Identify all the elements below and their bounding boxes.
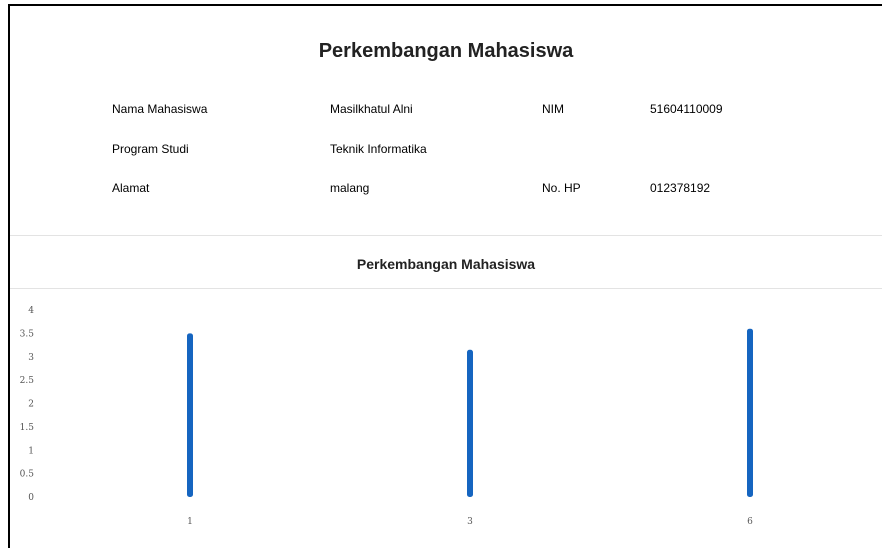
section-divider: [10, 235, 882, 236]
name-value: Masilkhatul Alni: [330, 102, 413, 116]
y-tick-label: 2: [28, 400, 34, 410]
nim-value: 51604110009: [650, 102, 723, 116]
page-title: Perkembangan Mahasiswa: [318, 40, 574, 62]
address-value: malang: [330, 181, 370, 195]
program-label: Program Studi: [112, 142, 189, 156]
y-tick-label: 3.5: [20, 329, 35, 339]
chart-title: Perkembangan Mahasiswa: [356, 256, 536, 272]
y-tick-label: 1.5: [20, 423, 35, 433]
nim-label: NIM: [542, 102, 564, 116]
chart-header-divider: [10, 288, 882, 289]
x-tick-label: 3: [467, 517, 473, 527]
bar-chart: 0 0.5 1 1.5 2 2.5 3 3.5 4 1 3 6: [20, 306, 753, 527]
phone-label: No. HP: [542, 181, 581, 195]
y-tick-label: 3: [28, 353, 34, 363]
y-tick-label: 0.5: [20, 470, 35, 480]
name-label: Nama Mahasiswa: [112, 102, 208, 116]
y-tick-label: 0: [28, 493, 34, 503]
bar-3: [467, 349, 473, 497]
x-tick-label: 1: [187, 517, 193, 527]
address-label: Alamat: [112, 181, 150, 195]
program-value: Teknik Informatika: [330, 142, 427, 156]
x-tick-label: 6: [747, 517, 753, 527]
report-frame: Perkembangan Mahasiswa Nama Mahasiswa Ma…: [8, 4, 882, 548]
y-tick-label: 4: [28, 306, 34, 316]
bar-1: [187, 333, 193, 497]
phone-value: 012378192: [650, 181, 711, 195]
y-tick-label: 2.5: [20, 376, 35, 386]
bar-6: [747, 328, 753, 497]
y-tick-label: 1: [28, 446, 34, 456]
